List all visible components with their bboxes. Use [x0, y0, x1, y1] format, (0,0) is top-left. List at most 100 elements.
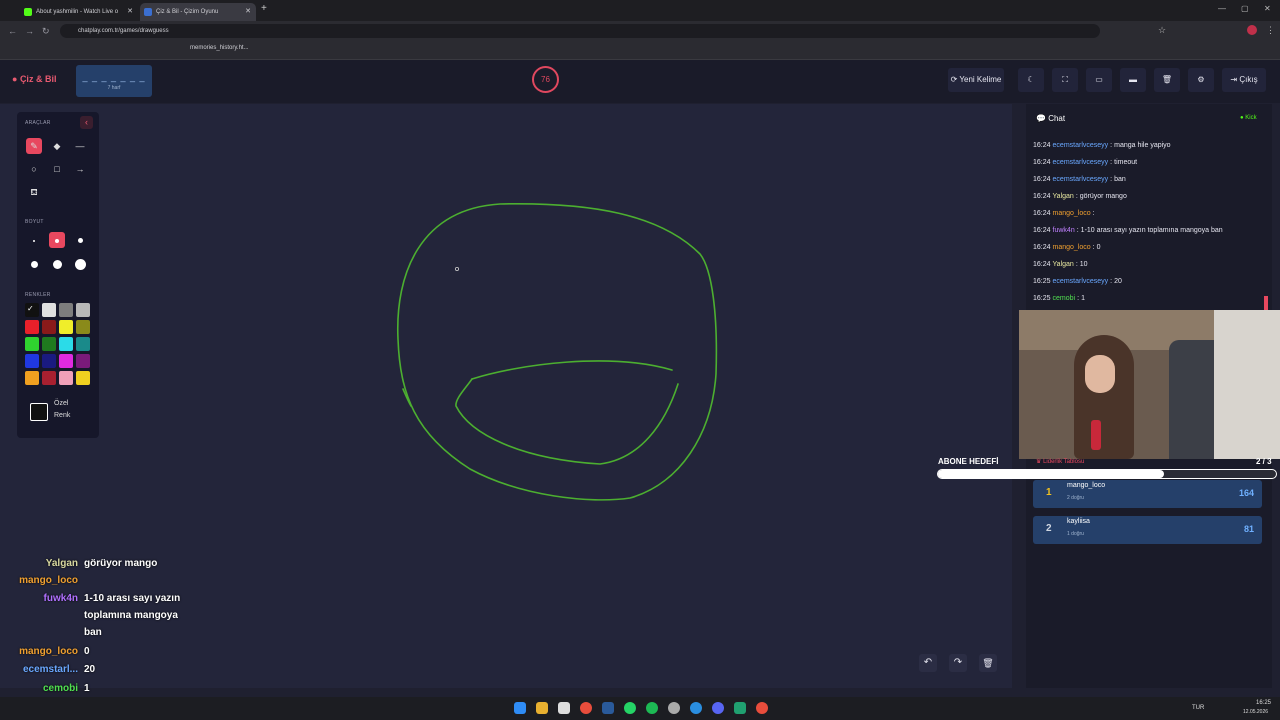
- color-swatch[interactable]: [59, 303, 73, 317]
- color-swatch[interactable]: [42, 320, 56, 334]
- chat-separator: :: [1110, 176, 1113, 183]
- chat-message: 16:24 Yalgan: görüyor mango: [1033, 193, 1127, 200]
- file-explorer-icon[interactable]: [536, 702, 548, 714]
- close-icon[interactable]: ✕: [245, 3, 251, 21]
- new-word-button[interactable]: ⟳ Yeni Kelime: [948, 68, 1004, 92]
- color-swatch[interactable]: [59, 354, 73, 368]
- size-option[interactable]: [26, 232, 42, 248]
- color-swatch[interactable]: [76, 371, 90, 385]
- minimize-icon[interactable]: —: [1218, 4, 1226, 13]
- back-icon[interactable]: ←: [8, 26, 17, 36]
- window-close-icon[interactable]: ✕: [1264, 4, 1271, 13]
- line-tool[interactable]: —: [72, 138, 88, 154]
- color-swatch[interactable]: [76, 320, 90, 334]
- color-swatch[interactable]: [76, 354, 90, 368]
- panel-button[interactable]: ▬: [1120, 68, 1146, 92]
- collapse-panel-button[interactable]: ‹: [80, 116, 93, 129]
- color-swatch[interactable]: [42, 303, 56, 317]
- rectangle-tool[interactable]: □: [49, 161, 65, 177]
- color-swatch[interactable]: [59, 320, 73, 334]
- dark-mode-button[interactable]: ☾: [1018, 68, 1044, 92]
- chat-time: 16:24: [1033, 244, 1051, 251]
- browser-tab-active[interactable]: Çiz & Bil - Çizim Oyunu ✕: [140, 3, 256, 21]
- chat-username[interactable]: ecemstarlvceseyy: [1053, 176, 1109, 183]
- new-tab-icon[interactable]: +: [261, 3, 267, 14]
- chat-username[interactable]: cemobi: [1053, 295, 1076, 302]
- display-button[interactable]: ▭: [1086, 68, 1112, 92]
- app-logo[interactable]: ● Çiz & Bil: [12, 74, 56, 84]
- steam-icon[interactable]: [602, 702, 614, 714]
- size-option[interactable]: [26, 256, 42, 272]
- chat-username[interactable]: Yalgan: [1053, 193, 1074, 200]
- close-icon[interactable]: ✕: [127, 3, 133, 21]
- moon-icon: ☾: [1027, 75, 1035, 84]
- delete-button[interactable]: 🗑: [1154, 68, 1180, 92]
- clear-canvas-button[interactable]: 🗑: [979, 654, 997, 672]
- fullscreen-button[interactable]: ⛶: [1052, 68, 1078, 92]
- color-swatch[interactable]: [76, 303, 90, 317]
- chat-message: 16:24 fuwk4n:1-10 arası sayı yazın toplam…: [1033, 227, 1223, 234]
- eraser-icon: ◆: [53, 141, 61, 151]
- maximize-icon[interactable]: ▢: [1241, 4, 1249, 13]
- color-swatch[interactable]: [42, 354, 56, 368]
- size-option-selected[interactable]: [49, 232, 65, 248]
- size-option[interactable]: [72, 232, 88, 248]
- bookmark-star-icon[interactable]: ☆: [1158, 25, 1166, 36]
- color-swatch[interactable]: [25, 354, 39, 368]
- avatar[interactable]: [1247, 25, 1257, 35]
- person-face: [1085, 355, 1115, 393]
- spotify-icon[interactable]: [646, 702, 658, 714]
- url-field[interactable]: chatplay.com.tr/games/drawguess: [60, 24, 1100, 38]
- whatsapp-icon[interactable]: [624, 702, 636, 714]
- chat-username[interactable]: mango_loco: [1053, 210, 1091, 217]
- size-option[interactable]: [49, 256, 65, 272]
- color-swatch[interactable]: [25, 337, 39, 351]
- color-swatch[interactable]: [42, 337, 56, 351]
- chrome-icon[interactable]: [580, 702, 592, 714]
- arrow-tool[interactable]: →: [72, 161, 88, 177]
- chat-bubble-icon: 💬: [1036, 114, 1046, 123]
- language-indicator[interactable]: TUR: [1192, 705, 1204, 711]
- color-swatch[interactable]: [25, 371, 39, 385]
- app-icon[interactable]: [756, 702, 768, 714]
- app-icon[interactable]: [690, 702, 702, 714]
- exit-button[interactable]: ⇥ Çıkış: [1222, 68, 1266, 92]
- chat-username[interactable]: Yalgan: [1053, 261, 1074, 268]
- taskbar-clock-date[interactable]: 12.05.2026: [1243, 709, 1268, 715]
- color-swatch[interactable]: [25, 320, 39, 334]
- start-menu-icon[interactable]: [514, 702, 526, 714]
- store-icon[interactable]: [558, 702, 570, 714]
- chat-username[interactable]: fuwk4n: [1053, 227, 1075, 234]
- settings-app-icon[interactable]: [668, 702, 680, 714]
- chat-title-text: Chat: [1048, 114, 1066, 123]
- forward-icon[interactable]: →: [25, 26, 34, 36]
- discord-icon[interactable]: [712, 702, 724, 714]
- size-option[interactable]: [72, 256, 88, 272]
- redo-button[interactable]: ↷: [949, 654, 967, 672]
- browser-tab[interactable]: About yashmilin - Watch Live o ✕: [20, 3, 138, 21]
- custom-color-button[interactable]: [30, 403, 48, 421]
- chat-scrollbar[interactable]: [1264, 296, 1268, 310]
- connection-status: ● Kick: [1240, 115, 1257, 121]
- chat-username[interactable]: mango_loco: [1053, 244, 1091, 251]
- color-swatch[interactable]: [76, 337, 90, 351]
- eraser-tool[interactable]: ◆: [49, 138, 65, 154]
- reload-icon[interactable]: ↻: [42, 26, 50, 37]
- taskbar-clock-time[interactable]: 16:25: [1245, 700, 1271, 706]
- circle-tool[interactable]: ○: [26, 161, 42, 177]
- undo-button[interactable]: ↶: [919, 654, 937, 672]
- overlay-chat-username: Yalgan: [45, 558, 78, 569]
- color-swatch[interactable]: [42, 371, 56, 385]
- settings-button[interactable]: ⚙: [1188, 68, 1214, 92]
- bookmark-item[interactable]: memories_history.ht...: [190, 45, 249, 51]
- color-swatch[interactable]: [59, 337, 73, 351]
- chat-username[interactable]: ecemstarlvceseyy: [1053, 159, 1109, 166]
- leaderboard-sub: 1 doğru: [1067, 531, 1084, 537]
- fill-tool[interactable]: ⛾: [26, 184, 42, 200]
- chat-username[interactable]: ecemstarlvceseyy: [1053, 142, 1109, 149]
- brush-tool[interactable]: ✎: [26, 138, 42, 154]
- app-icon[interactable]: [734, 702, 746, 714]
- menu-icon[interactable]: ⋮: [1266, 25, 1275, 36]
- color-swatch[interactable]: [59, 371, 73, 385]
- chat-username[interactable]: ecemstarlvceseyy: [1053, 278, 1109, 285]
